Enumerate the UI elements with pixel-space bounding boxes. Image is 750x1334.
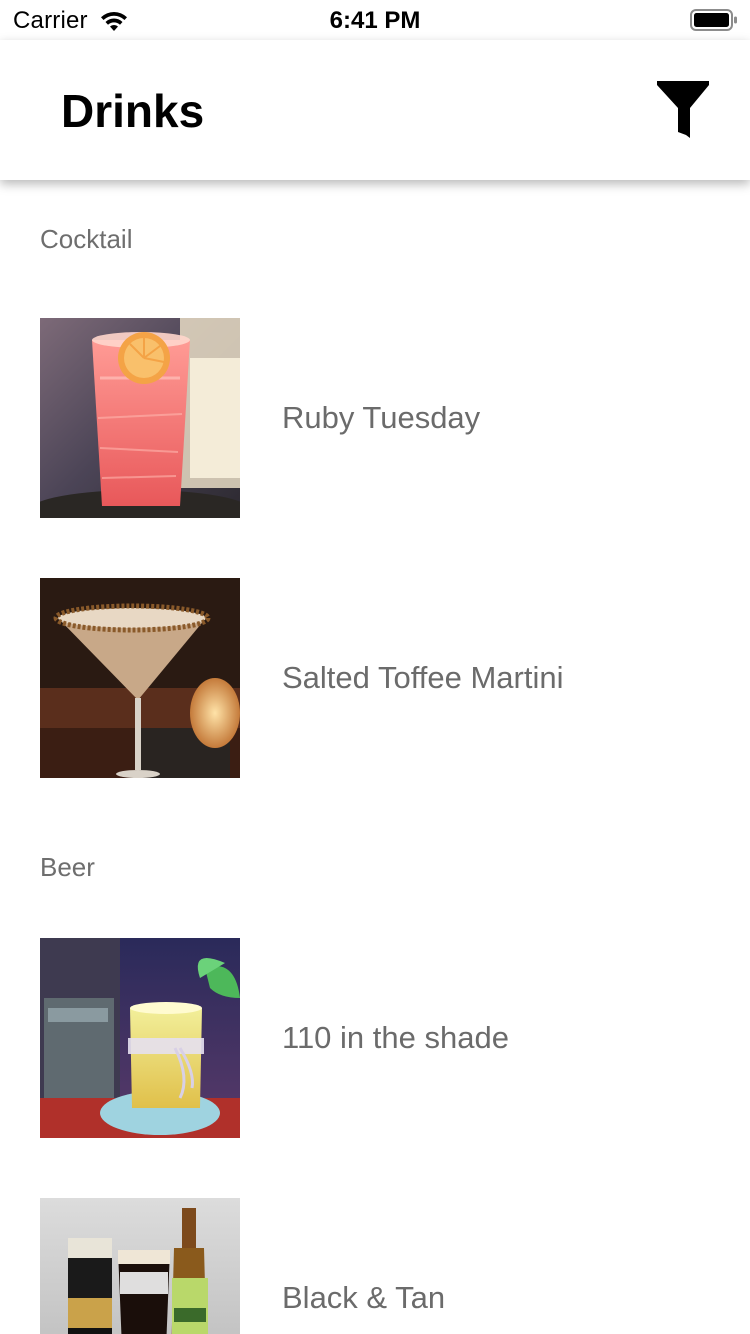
- page-title: Drinks: [61, 85, 205, 137]
- drink-name: Ruby Tuesday: [282, 400, 481, 435]
- section-header-cocktail: Cocktail: [40, 224, 133, 254]
- drink-thumbnail: [40, 318, 240, 518]
- drink-thumbnail: [40, 578, 240, 778]
- list-item-ruby-tuesday[interactable]: Ruby Tuesday: [0, 318, 750, 518]
- status-bar: Carrier 6:41 PM: [0, 0, 750, 40]
- list-item-salted-toffee-martini[interactable]: Salted Toffee Martini: [0, 578, 750, 778]
- drink-name: Salted Toffee Martini: [282, 660, 564, 695]
- drink-thumbnail: [40, 938, 240, 1138]
- list-item-110-in-the-shade[interactable]: 110 in the shade: [0, 938, 750, 1138]
- filter-icon: [657, 81, 709, 138]
- app-bar: Drinks: [0, 40, 750, 180]
- battery-icon: [690, 9, 737, 31]
- drink-name: 110 in the shade: [282, 1020, 509, 1055]
- drink-name: Black & Tan: [282, 1280, 446, 1315]
- filter-button[interactable]: [652, 77, 714, 143]
- drink-thumbnail: [40, 1198, 240, 1334]
- status-time: 6:41 PM: [329, 7, 421, 34]
- drinks-list[interactable]: Cocktail Ruby Tuesday Salted Toffee Mart…: [0, 180, 750, 1334]
- list-item-black-and-tan[interactable]: Black & Tan: [0, 1198, 750, 1334]
- section-header-beer: Beer: [40, 852, 95, 882]
